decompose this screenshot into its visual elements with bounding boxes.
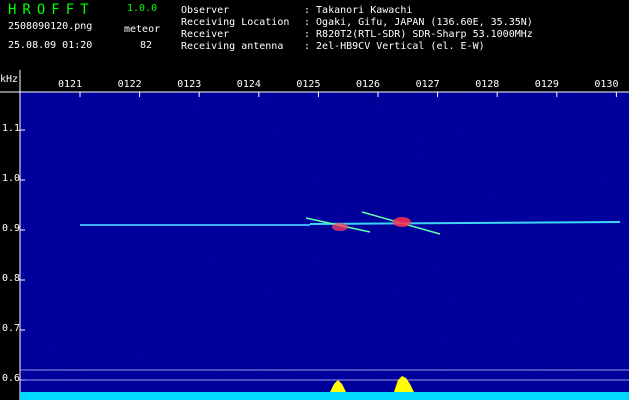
x-tick-label: 0124: [236, 79, 261, 90]
y-tick-label: 0.8: [2, 273, 21, 284]
x-tick-label: 0129: [534, 79, 559, 90]
y-tick-label: 1.0: [2, 173, 21, 184]
y-tick-label: 1.1: [2, 123, 21, 134]
signal-level-bar: [20, 392, 629, 400]
x-tick-label: 0123: [177, 79, 202, 90]
spectrogram-plot: [0, 70, 629, 400]
x-tick-label: 0126: [356, 79, 381, 90]
datetime: 25.08.09 01:20: [8, 40, 93, 51]
app-name: HROFFT: [8, 2, 95, 18]
app-version: 1.0.0: [127, 3, 158, 14]
x-tick-label: 0125: [296, 79, 321, 90]
meteor-label: meteor: [124, 24, 161, 35]
y-unit-label: kHz: [0, 74, 19, 85]
spectrogram-noise: [20, 92, 629, 400]
antenna-label: Receiving antenna: [181, 41, 284, 52]
x-tick-label: 0121: [58, 79, 83, 90]
meteor-head-2: [393, 217, 411, 227]
filename: 2508090120.png: [8, 21, 93, 32]
y-tick-label: 0.6: [2, 373, 21, 384]
antenna-value: : 2el-HB9CV Vertical (el. E-W): [304, 41, 485, 52]
header-panel: HROFFT 1.0.0 2508090120.png meteor 25.08…: [0, 0, 629, 70]
receiver-value: : R820T2(RTL-SDR) SDR-Sharp 53.1000MHz: [304, 29, 533, 40]
x-tick-label: 0127: [415, 79, 440, 90]
y-tick-label: 0.9: [2, 223, 21, 234]
meteor-head-1: [332, 223, 348, 231]
receiver-label: Receiver: [181, 29, 230, 40]
x-tick-label: 0122: [117, 79, 142, 90]
meteor-count: 82: [140, 40, 153, 51]
observer-label: Observer: [181, 5, 230, 16]
y-tick-label: 0.7: [2, 323, 21, 334]
x-tick-label: 0130: [594, 79, 619, 90]
location-value: : Ogaki, Gifu, JAPAN (136.60E, 35.35N): [304, 17, 533, 28]
observer-value: : Takanori Kawachi: [304, 5, 413, 16]
location-label: Receiving Location: [181, 17, 290, 28]
x-tick-label: 0128: [475, 79, 500, 90]
